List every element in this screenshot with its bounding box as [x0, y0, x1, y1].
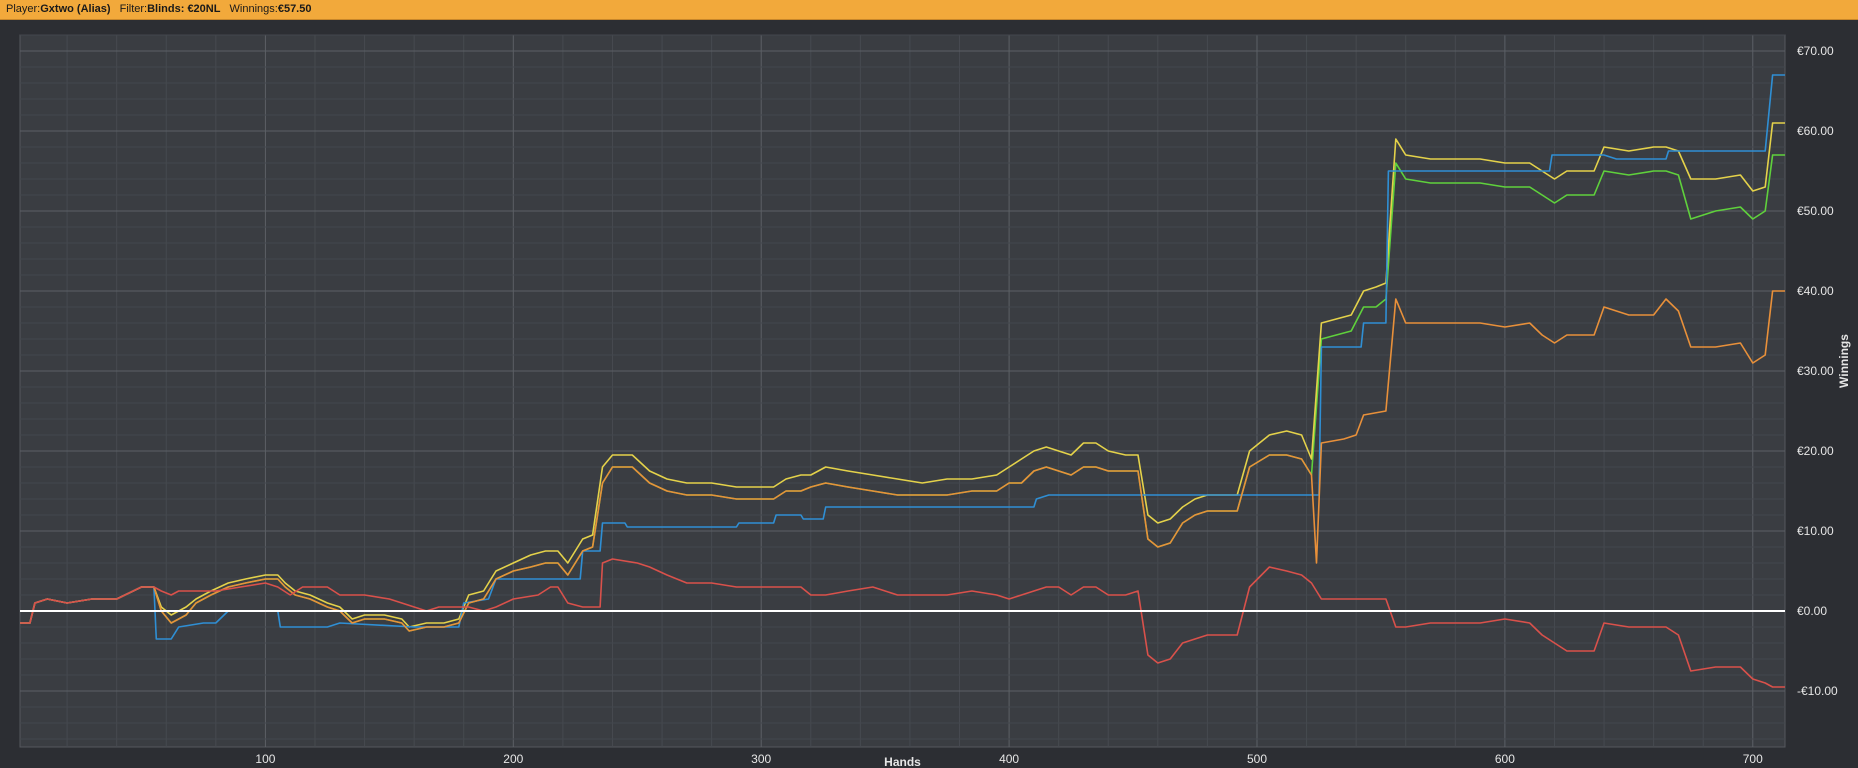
- winnings-graph[interactable]: 100 200 300 400 500 600 700 €70.00 €60.00 €50.00…: [0, 20, 1858, 768]
- y-tick-label: €50.00: [1797, 204, 1834, 218]
- x-axis-title: Hands: [884, 755, 921, 768]
- y-axis-ticks: €70.00 €60.00 €50.00 €40.00 €30.00 €20.00 €10.…: [1797, 44, 1838, 698]
- x-tick-label: 400: [999, 752, 1019, 766]
- y-tick-label: €0.00: [1797, 604, 1827, 618]
- chart-header-bar: Player:Gxtwo (Alias) Filter:Blinds: €20N…: [0, 0, 1858, 20]
- y-axis-title: Winnings: [1837, 334, 1851, 388]
- x-tick-label: 600: [1495, 752, 1515, 766]
- y-tick-label: €70.00: [1797, 44, 1834, 58]
- y-tick-label: €10.00: [1797, 524, 1834, 538]
- x-tick-label: 300: [751, 752, 771, 766]
- y-tick-label: €60.00: [1797, 124, 1834, 138]
- x-tick-label: 200: [503, 752, 523, 766]
- y-tick-label: -€10.00: [1797, 684, 1838, 698]
- x-tick-label: 700: [1743, 752, 1763, 766]
- x-tick-label: 100: [255, 752, 275, 766]
- filter-label: Filter:: [119, 3, 148, 15]
- x-tick-label: 500: [1247, 752, 1267, 766]
- x-axis-ticks: 100 200 300 400 500 600 700: [255, 752, 1763, 766]
- plot-area: [19, 34, 1786, 748]
- filter-value: Blinds: €20NL: [147, 3, 221, 15]
- player-value: Gxtwo (Alias): [40, 3, 111, 15]
- player-label: Player:: [6, 3, 41, 15]
- winnings-value: €57.50: [277, 3, 312, 15]
- y-tick-label: €40.00: [1797, 284, 1834, 298]
- y-tick-label: €20.00: [1797, 444, 1834, 458]
- y-tick-label: €30.00: [1797, 364, 1834, 378]
- winnings-label: Winnings:: [229, 3, 278, 15]
